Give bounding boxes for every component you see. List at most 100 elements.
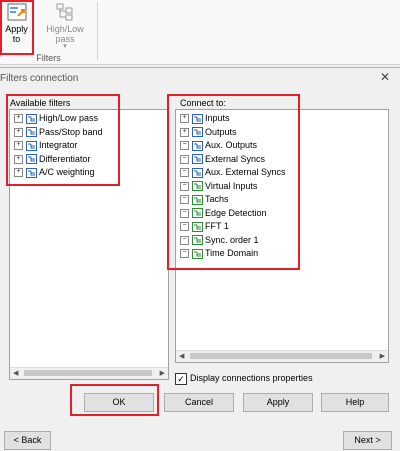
connect-to-list: + Inputs + Outputs − Aux. Outputs − External Sy… [180,112,286,261]
collapse-icon[interactable]: − [180,249,189,259]
tree-item-label: FFT 1 [205,221,229,231]
high-low-pass-label: High/Low pass [46,24,84,44]
node-tree-icon [192,248,203,259]
tree-item[interactable]: − Tachs [180,193,286,207]
collapse-icon[interactable]: − [180,222,189,232]
tree-item[interactable]: − Virtual Inputs [180,180,286,194]
node-tree-icon [192,221,203,232]
apply-button[interactable]: Apply [243,393,313,412]
collapse-icon[interactable]: − [180,195,189,205]
filters-connection-dialog: Filters connection ✕ Available filters +… [0,67,400,451]
node-tree-icon [26,167,37,178]
collapse-icon[interactable]: − [180,181,189,191]
collapse-icon[interactable]: − [180,208,189,218]
tree-item[interactable]: − Aux. Outputs [180,139,286,153]
tree-item[interactable]: − Edge Detection [180,207,286,221]
tree-item-label: Differentiator [39,153,91,164]
available-filters-tree[interactable]: + High/Low pass + Pass/Stop band + Integrator… [9,109,169,380]
scroll-thumb[interactable] [24,370,152,376]
available-hscrollbar[interactable]: ◀ ▶ [10,367,168,379]
tree-item[interactable]: − Time Domain [180,247,286,261]
next-button[interactable]: Next > [343,431,392,450]
collapse-icon[interactable]: − [180,168,189,178]
node-tree-icon [26,140,37,151]
tree-item-label: Sync. order 1 [205,234,259,245]
tree-item-label: Integrator [39,140,78,150]
close-icon[interactable]: ✕ [380,70,390,84]
expand-icon[interactable]: + [14,154,23,164]
expand-icon[interactable]: + [14,168,23,178]
tree-item-label: Outputs [205,126,237,137]
node-tree-icon [192,113,203,124]
node-tree-icon [26,154,37,165]
filter-tree-icon [56,3,73,21]
tree-item[interactable]: + High/Low pass [14,112,103,126]
expand-icon[interactable]: + [180,114,189,124]
tree-item-label: Aux. Outputs [205,140,258,150]
tree-item[interactable]: + Integrator [14,139,103,153]
tree-item[interactable]: + Pass/Stop band [14,126,103,140]
node-tree-icon [192,235,203,246]
display-connections-label: Display connections properties [190,373,313,383]
node-tree-icon [192,154,203,165]
node-tree-icon [26,113,37,124]
apply-to-label-line1: Apply [5,24,28,34]
display-connections-checkbox[interactable]: ✓ [175,373,187,385]
collapse-icon[interactable]: − [180,141,189,151]
apply-to-label-line2: to [12,34,21,44]
node-tree-icon [26,127,37,138]
tree-item[interactable]: + Inputs [180,112,286,126]
node-tree-icon [192,167,203,178]
tree-item-label: Tachs [205,194,229,204]
node-tree-icon [192,127,203,138]
tree-item-label: Pass/Stop band [39,126,103,137]
expand-icon[interactable]: + [14,127,23,137]
expand-icon[interactable]: + [180,127,189,137]
scroll-left-icon[interactable]: ◀ [13,368,18,379]
dialog-title: Filters connection [0,73,79,84]
tree-item[interactable]: + Outputs [180,126,286,140]
expand-icon[interactable]: + [14,114,23,124]
tree-item[interactable]: + A/C weighting [14,166,103,180]
scroll-thumb[interactable] [190,353,372,359]
tree-item-label: External Syncs [205,153,266,164]
help-button[interactable]: Help [321,393,389,412]
node-tree-icon [192,181,203,192]
ok-button[interactable]: OK [84,393,154,412]
tree-item[interactable]: − Sync. order 1 [180,234,286,248]
scroll-right-icon[interactable]: ▶ [160,368,165,379]
ribbon: Apply to High/Low pass ▾ Filters [0,0,400,65]
chevron-down-icon: ▾ [63,43,67,50]
tree-item-label: Time Domain [205,248,259,258]
collapse-icon[interactable]: − [180,154,189,164]
scroll-right-icon[interactable]: ▶ [380,351,385,362]
expand-icon[interactable]: + [14,141,23,151]
tree-item-label: Edge Detection [205,207,267,218]
ribbon-separator [97,2,98,60]
ribbon-group-label: Filters [36,53,61,63]
tree-item-label: High/Low pass [39,113,99,123]
collapse-icon[interactable]: − [180,235,189,245]
node-tree-icon [192,194,203,205]
high-low-pass-button[interactable]: High/Low pass ▾ [36,2,94,54]
connect-hscrollbar[interactable]: ◀ ▶ [176,350,388,362]
tree-item-label: Virtual Inputs [205,180,258,191]
available-filters-list: + High/Low pass + Pass/Stop band + Integrator… [14,112,103,180]
available-filters-label: Available filters [10,98,71,108]
apply-to-button[interactable]: Apply to [2,2,31,54]
tree-item[interactable]: + Differentiator [14,153,103,167]
cancel-button[interactable]: Cancel [164,393,234,412]
node-tree-icon [192,140,203,151]
tree-item[interactable]: − FFT 1 [180,220,286,234]
back-button[interactable]: < Back [4,431,51,450]
tree-item-label: A/C weighting [39,167,95,177]
tree-item-label: Aux. External Syncs [205,167,286,177]
tree-item-label: Inputs [205,113,230,123]
node-tree-icon [192,208,203,219]
tree-item[interactable]: − External Syncs [180,153,286,167]
apply-to-icon [7,3,26,21]
tree-item[interactable]: − Aux. External Syncs [180,166,286,180]
scroll-left-icon[interactable]: ◀ [179,351,184,362]
connect-to-label: Connect to: [180,98,227,108]
connect-to-tree[interactable]: + Inputs + Outputs − Aux. Outputs − External Sy… [175,109,389,363]
